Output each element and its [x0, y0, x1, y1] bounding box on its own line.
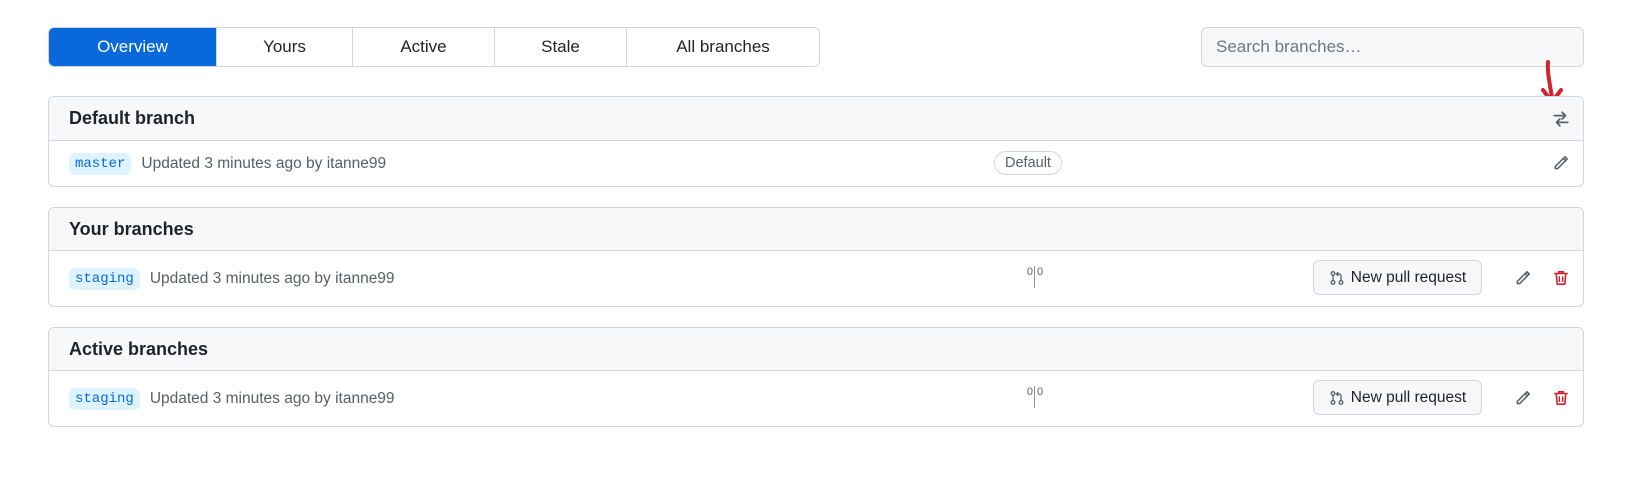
branch-name-link[interactable]: master [69, 152, 132, 175]
behind-count: 0 [1026, 266, 1033, 278]
ahead-behind-divider [1034, 266, 1035, 288]
author-link[interactable]: itanne99 [335, 390, 394, 407]
default-badge: Default [994, 151, 1062, 175]
updated-label: Updated 3 minutes ago by [149, 269, 331, 287]
author-link[interactable]: itanne99 [327, 155, 386, 172]
pencil-icon[interactable] [1511, 266, 1535, 290]
search-branches-input[interactable] [1201, 27, 1584, 67]
updated-label: Updated 3 minutes ago by [149, 389, 331, 407]
section-title: Active branches [69, 338, 209, 359]
trash-icon[interactable] [1549, 266, 1573, 290]
new-pull-request-button[interactable]: New pull request [1313, 260, 1482, 295]
branch-name-link[interactable]: staging [69, 267, 140, 290]
branch-filter-tabs: Overview Yours Active Stale All branches [48, 27, 820, 67]
ahead-count: 0 [1037, 386, 1044, 398]
updated-label: Updated 3 minutes ago by [141, 154, 323, 172]
ahead-behind-indicator: 0 0 [1017, 386, 1053, 412]
tab-stale[interactable]: Stale [495, 28, 627, 66]
branch-row: master Updated 3 minutes ago by itanne99… [49, 141, 1583, 186]
pull-request-icon [1330, 270, 1344, 285]
updated-text: Updated 3 minutes ago by itanne99 [141, 155, 386, 173]
new-pull-request-button[interactable]: New pull request [1313, 380, 1482, 415]
tab-active[interactable]: Active [353, 28, 495, 66]
default-branch-header: Default branch [49, 97, 1583, 141]
new-pull-request-label: New pull request [1350, 268, 1467, 286]
updated-text: Updated 3 minutes ago by itanne99 [150, 270, 395, 288]
new-pull-request-label: New pull request [1350, 388, 1467, 406]
tab-all-branches[interactable]: All branches [627, 28, 819, 66]
your-branches-header: Your branches [49, 208, 1583, 251]
section-title: Default branch [69, 108, 196, 128]
branch-row: staging Updated 3 minutes ago by itanne9… [49, 251, 1583, 306]
behind-count: 0 [1026, 386, 1033, 398]
section-title: Your branches [69, 218, 194, 239]
pencil-icon[interactable] [1511, 386, 1535, 410]
your-branches-box: Your branches staging Updated 3 minutes … [48, 207, 1584, 307]
pencil-icon[interactable] [1549, 151, 1573, 175]
pull-request-icon [1330, 390, 1344, 405]
ahead-count: 0 [1037, 266, 1044, 278]
branch-row: staging Updated 3 minutes ago by itanne9… [49, 371, 1583, 426]
ahead-behind-indicator: 0 0 [1017, 266, 1053, 292]
author-link[interactable]: itanne99 [335, 270, 394, 287]
arrows-switch-icon[interactable] [1549, 107, 1573, 131]
default-branch-box: Default branch master Updated 3 minutes … [48, 96, 1584, 187]
trash-icon[interactable] [1549, 386, 1573, 410]
active-branches-box: Active branches staging Updated 3 minute… [48, 327, 1584, 427]
tab-yours[interactable]: Yours [217, 28, 353, 66]
active-branches-header: Active branches [49, 328, 1583, 371]
tab-overview[interactable]: Overview [49, 28, 217, 66]
updated-text: Updated 3 minutes ago by itanne99 [150, 390, 395, 408]
ahead-behind-divider [1034, 386, 1035, 408]
branch-name-link[interactable]: staging [69, 387, 140, 410]
